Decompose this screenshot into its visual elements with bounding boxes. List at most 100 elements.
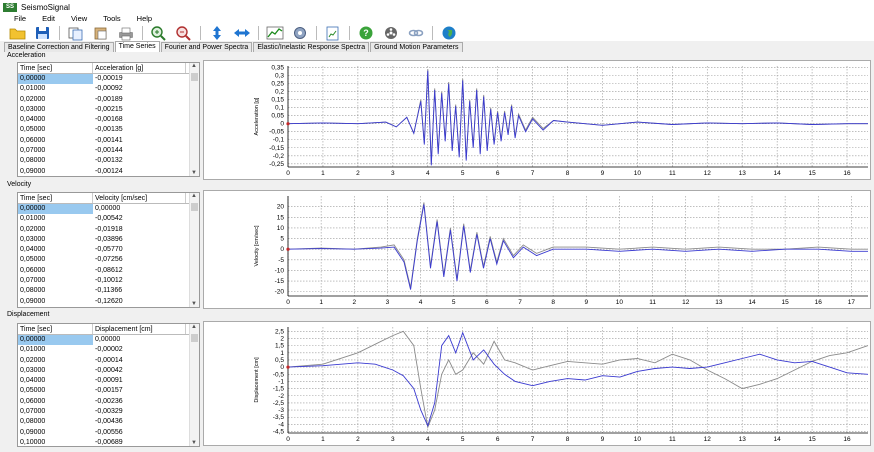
zoom-out-button[interactable] xyxy=(174,25,194,41)
table-row[interactable]: 0,00000 0,00000 xyxy=(18,204,199,215)
series-line-0 xyxy=(287,202,868,288)
vertical-scrollbar[interactable]: ▲ ▼ xyxy=(189,324,199,446)
table-row[interactable]: 0,01000 -0,00002 xyxy=(18,345,199,355)
copy-button[interactable] xyxy=(66,25,86,40)
print-button[interactable] xyxy=(116,25,136,40)
vertical-arrows-button[interactable] xyxy=(207,25,227,40)
time-cell: 0,10000 xyxy=(20,438,46,446)
column-header[interactable]: Displacement [cm] xyxy=(93,324,186,334)
menu-file[interactable]: File xyxy=(14,14,26,24)
tab-baseline-correction-and-filtering[interactable]: Baseline Correction and Filtering xyxy=(4,42,114,52)
link-button[interactable] xyxy=(406,25,426,40)
save-button[interactable] xyxy=(33,25,53,40)
value-cell: -0,00091 xyxy=(95,377,123,385)
tab-ground-motion-parameters[interactable]: Ground Motion Parameters xyxy=(370,42,463,52)
x-tick-label: 12 xyxy=(704,436,712,443)
table-row[interactable]: 0,09000 -0,12620 xyxy=(18,297,199,307)
chart-button[interactable] xyxy=(265,25,285,40)
value-cell: -0,01918 xyxy=(95,225,123,233)
table-row[interactable]: 0,05000 -0,07256 xyxy=(18,255,199,265)
y-tick-label: -15 xyxy=(275,278,285,285)
table-row[interactable]: 0,08000 -0,00436 xyxy=(18,417,199,427)
zoom-in-button[interactable] xyxy=(149,25,169,41)
table-row[interactable]: 0,00000 0,00000 xyxy=(18,335,199,346)
menu-edit[interactable]: Edit xyxy=(42,14,55,24)
table-row[interactable]: 0,04000 -0,05770 xyxy=(18,245,199,255)
column-header[interactable]: Time [sec] xyxy=(18,324,93,334)
table-row[interactable]: 0,05000 -0,00157 xyxy=(18,386,199,396)
table-row[interactable]: 0,08000 -0,00132 xyxy=(18,156,199,166)
table-row[interactable]: 0,09000 -0,00124 xyxy=(18,167,199,176)
help-button[interactable]: ? xyxy=(356,25,376,40)
table-row[interactable]: 0,02000 -0,00189 xyxy=(18,95,199,105)
table-row[interactable]: 0,09000 -0,00556 xyxy=(18,428,199,438)
table-row[interactable]: 0,01000 -0,00542 xyxy=(18,214,199,224)
table-row[interactable]: 0,02000 -0,01918 xyxy=(18,225,199,235)
film-button[interactable] xyxy=(381,25,401,40)
table-row[interactable]: 0,06000 -0,00141 xyxy=(18,136,199,146)
acceleration-data-table[interactable]: Time [sec] Acceleration [g] 0,00000 -0,0001… xyxy=(17,62,200,177)
table-row[interactable]: 0,05000 -0,00135 xyxy=(18,125,199,135)
column-header[interactable]: Time [sec] xyxy=(18,63,93,73)
velocity-chart[interactable]: Velocity [cm/sec] 0 1 2 3 4 5 6 7 8 9 10 11 12 13 14 15 1… xyxy=(203,190,871,309)
table-row[interactable]: 0,02000 -0,00014 xyxy=(18,356,199,366)
vertical-scrollbar[interactable]: ▲ ▼ xyxy=(189,193,199,307)
x-tick-label: 11 xyxy=(669,170,676,177)
velocity-data-table[interactable]: Time [sec] Velocity [cm/sec] 0,00000 0,0000… xyxy=(17,192,200,308)
table-header: Time [sec] Acceleration [g] xyxy=(18,63,199,74)
tab-fourier-and-power-spectra[interactable]: Fourier and Power Spectra xyxy=(160,42,253,52)
table-row[interactable]: 0,10000-0,13811 xyxy=(18,307,199,308)
report-button[interactable] xyxy=(323,25,343,40)
horizontal-arrows-button[interactable] xyxy=(232,25,252,40)
column-header[interactable]: Acceleration [g] xyxy=(93,63,186,73)
value-cell: -0,13811 xyxy=(93,307,186,308)
menu-help[interactable]: Help xyxy=(137,14,152,24)
scroll-down-icon[interactable]: ▼ xyxy=(191,440,197,446)
table-row[interactable]: 0,07000 -0,00329 xyxy=(18,407,199,417)
acceleration-chart[interactable]: Acceleration [g] 0 1 2 3 4 5 6 7 8 9 10 11 12 13 14 15 16… xyxy=(203,60,871,180)
x-tick-label: 12 xyxy=(704,170,712,177)
table-row[interactable]: 0,08000 -0,11366 xyxy=(18,286,199,296)
x-tick-label: 15 xyxy=(782,299,790,306)
time-cell: 0,03000 xyxy=(20,235,46,243)
table-row[interactable]: 0,01000 -0,00092 xyxy=(18,84,199,94)
scroll-thumb[interactable] xyxy=(191,334,198,342)
menu-view[interactable]: View xyxy=(71,14,87,24)
table-row[interactable]: 0,04000 -0,00168 xyxy=(18,115,199,125)
table-row[interactable]: 0,06000 -0,00236 xyxy=(18,397,199,407)
time-cell: 0,00000 xyxy=(18,74,93,85)
toolbar-separator xyxy=(349,25,350,40)
table-row[interactable]: 0,04000 -0,00091 xyxy=(18,376,199,386)
folder-open-button[interactable] xyxy=(8,25,28,40)
displacement-data-table[interactable]: Time [sec] Displacement [cm] 0,00000 0,0000… xyxy=(17,323,200,447)
displacement-chart[interactable]: Displacement [cm] 0 1 2 3 4 5 6 7 8 9 10 11 12 13 14 15 1… xyxy=(203,321,871,446)
scroll-thumb[interactable] xyxy=(191,73,198,81)
vertical-scrollbar[interactable]: ▲ ▼ xyxy=(189,63,199,176)
scroll-down-icon[interactable]: ▼ xyxy=(191,170,197,176)
tab-elastic-inelastic-response-spectra[interactable]: Elastic/Inelastic Response Spectra xyxy=(253,42,370,52)
time-cell: 0,09000 xyxy=(20,428,46,436)
column-header[interactable]: Time [sec] xyxy=(18,193,93,203)
column-header[interactable]: Velocity [cm/sec] xyxy=(93,193,186,203)
globe-button[interactable] xyxy=(439,25,459,40)
gear-button[interactable] xyxy=(290,25,310,40)
table-row[interactable]: 0,10000 -0,00689 xyxy=(18,438,199,446)
value-cell: -0,00236 xyxy=(95,397,123,405)
scroll-up-icon[interactable]: ▲ xyxy=(191,63,197,69)
x-tick-label: 16 xyxy=(843,436,851,443)
table-row[interactable]: 0,07000 -0,10012 xyxy=(18,276,199,286)
scroll-down-icon[interactable]: ▼ xyxy=(191,301,197,307)
scroll-thumb[interactable] xyxy=(191,203,198,211)
table-row[interactable]: 0,03000 -0,03896 xyxy=(18,235,199,245)
tab-time-series[interactable]: Time Series xyxy=(114,41,160,52)
menu-tools[interactable]: Tools xyxy=(103,14,121,24)
table-row[interactable]: 0,03000 -0,00042 xyxy=(18,366,199,376)
paste-button[interactable] xyxy=(91,25,111,40)
table-row[interactable]: 0,06000 -0,08612 xyxy=(18,266,199,276)
value-cell: -0,00556 xyxy=(95,428,123,436)
scroll-up-icon[interactable]: ▲ xyxy=(191,193,197,199)
table-row[interactable]: 0,03000 -0,00215 xyxy=(18,105,199,115)
scroll-up-icon[interactable]: ▲ xyxy=(191,324,197,330)
table-row[interactable]: 0,00000 -0,00019 xyxy=(18,74,199,85)
table-row[interactable]: 0,07000 -0,00144 xyxy=(18,146,199,156)
